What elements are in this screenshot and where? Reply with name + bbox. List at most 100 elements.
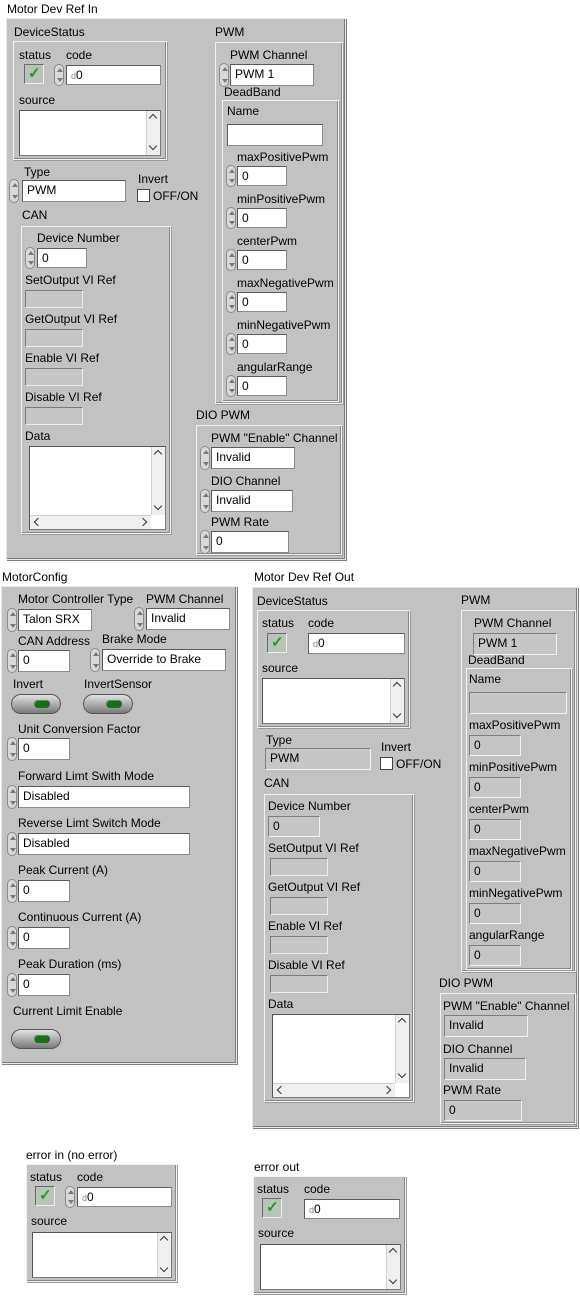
- in-dio-channel-ring[interactable]: Invalid: [211, 490, 293, 512]
- out-angular-label: angularRange: [469, 928, 545, 942]
- in-type-ring[interactable]: PWM: [22, 180, 126, 202]
- in-min-neg-input[interactable]: 0: [237, 334, 287, 354]
- peak-duration-label: Peak Duration (ms): [18, 957, 122, 971]
- scrollbar-horizontal[interactable]: [273, 1083, 395, 1097]
- can-address-input[interactable]: 0: [18, 650, 70, 672]
- scrollbar-horizontal[interactable]: [30, 515, 151, 529]
- in-disable-ref: [25, 407, 83, 425]
- cont-current-stepper[interactable]: [7, 926, 17, 950]
- in-device-number-input[interactable]: 0: [37, 248, 87, 268]
- motor-dev-ref-in-title: Motor Dev Ref In: [7, 2, 98, 16]
- in-enable-channel-stepper[interactable]: [200, 446, 210, 470]
- peak-duration-stepper[interactable]: [7, 973, 17, 997]
- out-invert-label: Invert: [381, 740, 412, 754]
- rev-limit-stepper[interactable]: [7, 832, 17, 856]
- fwd-limit-label: Forward Limt Swith Mode: [18, 769, 155, 783]
- scrollbar[interactable]: [395, 1015, 409, 1083]
- in-enable-channel-ring[interactable]: Invalid: [211, 447, 295, 469]
- fwd-limit-stepper[interactable]: [7, 785, 17, 809]
- out-min-pos-label: minPositivePwm: [469, 760, 558, 774]
- toggle-indicator: [34, 1035, 50, 1043]
- out-invert-checkbox: [380, 757, 393, 770]
- in-pwm-channel-ring[interactable]: PWM 1: [230, 64, 314, 86]
- in-code-stepper[interactable]: [54, 64, 64, 86]
- unit-factor-stepper[interactable]: [7, 737, 17, 761]
- scrollbar[interactable]: [390, 679, 404, 723]
- in-center-input[interactable]: 0: [237, 250, 287, 270]
- in-pwm-rate-input[interactable]: 0: [211, 531, 289, 553]
- scroll-down-icon: [153, 501, 163, 511]
- error-in-code-stepper[interactable]: [65, 1186, 75, 1208]
- error-in-code-input[interactable]: d0: [77, 1187, 172, 1207]
- controller-type-label: Motor Controller Type: [18, 592, 134, 606]
- invert-label: Invert: [13, 677, 44, 691]
- brake-mode-stepper[interactable]: [90, 648, 100, 672]
- out-pwm-label: PWM: [461, 593, 491, 607]
- scrollbar[interactable]: [386, 1245, 400, 1289]
- scroll-left-icon: [33, 517, 43, 527]
- in-getoutput-ref: [25, 329, 83, 347]
- in-min-pos-input[interactable]: 0: [237, 208, 287, 228]
- in-max-pos-input[interactable]: 0: [237, 166, 287, 186]
- current-limit-toggle[interactable]: [11, 1029, 61, 1049]
- out-enable-ref-label: Enable VI Ref: [268, 919, 343, 933]
- in-pwm-channel-label: PWM Channel: [230, 48, 308, 62]
- brake-mode-ring[interactable]: Override to Brake: [102, 649, 226, 671]
- out-enable-ref: [270, 936, 328, 954]
- out-center-label: centerPwm: [469, 802, 530, 816]
- in-device-number-stepper[interactable]: [25, 247, 35, 269]
- invert-toggle[interactable]: [11, 694, 61, 714]
- scrollbar[interactable]: [151, 447, 165, 515]
- config-pwm-channel-ring[interactable]: Invalid: [146, 608, 230, 630]
- in-min-pos-label: minPositivePwm: [237, 192, 326, 206]
- error-in-source-textarea[interactable]: [32, 1232, 172, 1278]
- can-address-label: CAN Address: [18, 634, 91, 648]
- in-source-textarea[interactable]: [19, 110, 161, 156]
- in-min-neg-stepper[interactable]: [226, 333, 236, 355]
- out-enable-channel-label: PWM "Enable" Channel: [443, 999, 570, 1013]
- error-out-source-display: [260, 1244, 401, 1290]
- in-device-number-label: Device Number: [37, 231, 120, 245]
- in-invert-checkbox[interactable]: [137, 189, 150, 202]
- out-center-display: 0: [469, 819, 521, 840]
- unit-factor-input[interactable]: 0: [18, 738, 70, 760]
- in-angular-stepper[interactable]: [226, 375, 236, 397]
- peak-duration-input[interactable]: 0: [18, 974, 70, 996]
- out-deadband-label: DeadBand: [468, 653, 525, 667]
- out-max-pos-label: maxPositivePwm: [469, 718, 561, 732]
- scrollbar[interactable]: [157, 1233, 171, 1277]
- in-pwm-rate-stepper[interactable]: [200, 530, 210, 554]
- in-code-input[interactable]: d0: [66, 65, 161, 85]
- fwd-limit-ring[interactable]: Disabled: [18, 786, 190, 808]
- invert-sensor-label: InvertSensor: [84, 677, 153, 691]
- cont-current-input[interactable]: 0: [18, 927, 70, 949]
- in-center-stepper[interactable]: [226, 249, 236, 271]
- out-pwm-rate-display: 0: [444, 1100, 522, 1121]
- config-pwm-channel-stepper[interactable]: [134, 607, 144, 631]
- controller-type-ring[interactable]: Talon SRX: [18, 609, 92, 631]
- in-max-neg-stepper[interactable]: [226, 291, 236, 313]
- scrollbar[interactable]: [146, 111, 160, 155]
- error-in-status-led[interactable]: ✓: [35, 1186, 55, 1206]
- controller-type-stepper[interactable]: [7, 608, 17, 632]
- in-dio-channel-stepper[interactable]: [200, 489, 210, 513]
- in-max-pos-stepper[interactable]: [226, 165, 236, 187]
- peak-current-stepper[interactable]: [7, 879, 17, 903]
- toggle-indicator: [34, 700, 50, 708]
- in-can-label: CAN: [22, 208, 48, 222]
- in-type-stepper[interactable]: [9, 179, 19, 203]
- in-max-neg-input[interactable]: 0: [237, 292, 287, 312]
- in-name-input[interactable]: [227, 124, 323, 146]
- can-address-stepper[interactable]: [7, 649, 17, 673]
- out-type-label: Type: [266, 733, 293, 747]
- out-setoutput-label: SetOutput VI Ref: [268, 841, 359, 855]
- invert-sensor-toggle[interactable]: [83, 694, 133, 714]
- in-min-pos-stepper[interactable]: [226, 207, 236, 229]
- in-pwm-channel-stepper[interactable]: [219, 63, 229, 87]
- out-code-label: code: [308, 616, 335, 630]
- peak-current-input[interactable]: 0: [18, 880, 70, 902]
- in-data-label: Data: [25, 429, 51, 443]
- in-angular-input[interactable]: 0: [237, 376, 287, 396]
- in-dio-channel-label: DIO Channel: [211, 474, 281, 488]
- rev-limit-ring[interactable]: Disabled: [18, 833, 190, 855]
